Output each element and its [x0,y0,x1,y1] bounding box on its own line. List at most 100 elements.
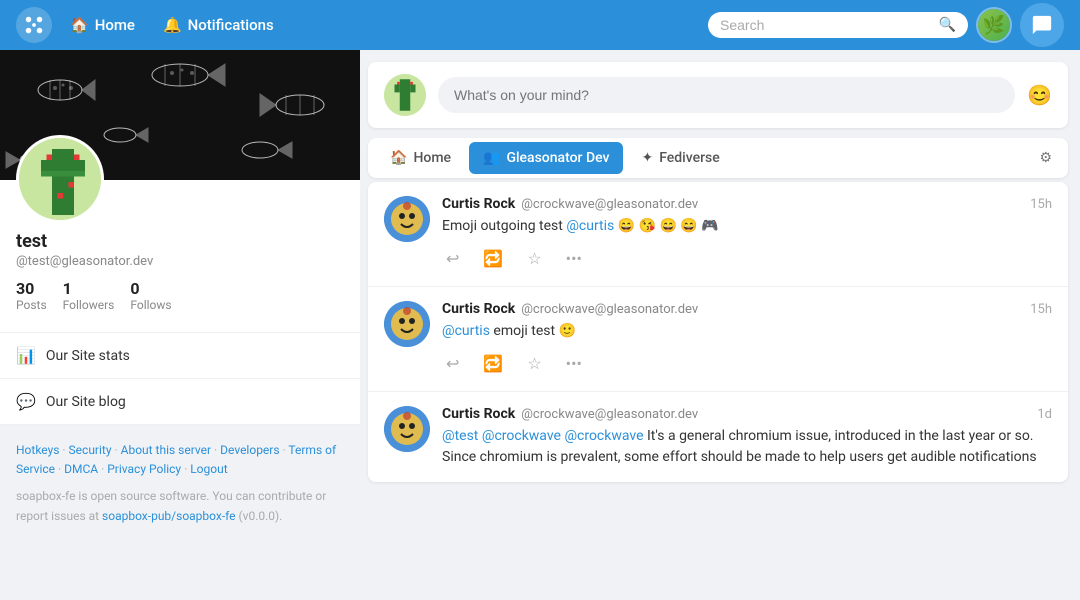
mention-0[interactable]: @curtis [566,218,614,234]
logo-icon [23,14,45,36]
post-handle-0: @crockwave@gleasonator.dev [521,197,698,212]
footer-links: Hotkeys · Security · About this server ·… [16,441,344,479]
post-header-2: Curtis Rock @crockwave@gleasonator.dev 1… [442,406,1052,422]
sidebar-item-site-stats[interactable]: 📊 Our Site stats [0,333,360,379]
stat-posts: 30 Posts [16,279,47,312]
profile-avatar [16,135,104,223]
tab-home-label: Home [413,150,451,166]
tab-home-icon: 🏠 [390,150,407,166]
post-content-1: Curtis Rock @crockwave@gleasonator.dev 1… [442,301,1052,377]
filter-button[interactable]: ⚙ [1031,142,1060,174]
chat-button[interactable] [1020,3,1064,47]
post-author-0: Curtis Rock [442,196,515,212]
footer-about[interactable]: About this server [121,443,211,457]
crockwave-avatar-2 [384,406,430,452]
post-body-1: @curtis emoji test 🙂 [442,321,1052,342]
post-body-2: @test @crockwave @crockwave It's a gener… [442,426,1052,468]
home-icon: 🏠 [70,16,89,34]
emoji-button[interactable]: 😊 [1027,83,1052,107]
reply-button-1[interactable]: ↩ [442,350,463,377]
post-time-1: 15h [1030,302,1052,317]
main-container: test @test@gleasonator.dev 30 Posts 1 Fo… [0,50,1080,542]
footer-developers[interactable]: Developers [220,443,279,457]
nav-notifications[interactable]: 🔔 Notifications [153,10,284,40]
post-handle-1: @crockwave@gleasonator.dev [521,302,698,317]
search-icon: 🔍 [939,17,956,33]
tab-fediverse[interactable]: ✦ Fediverse [627,142,733,174]
logo-button[interactable] [16,7,52,43]
more-button-0[interactable]: ••• [562,245,586,272]
posts-container: Curtis Rock @crockwave@gleasonator.dev 1… [368,182,1068,482]
repost-button-1[interactable]: 🔁 [479,350,507,377]
table-row: Curtis Rock @crockwave@gleasonator.dev 1… [368,287,1068,392]
stat-follows[interactable]: 0 Follows [130,279,171,312]
chat-icon [1031,14,1053,36]
top-navigation: 🏠 Home 🔔 Notifications 🔍 🌿 [0,0,1080,50]
post-handle-2: @crockwave@gleasonator.dev [521,407,698,422]
nav-home[interactable]: 🏠 Home [60,10,145,40]
post-content-2: Curtis Rock @crockwave@gleasonator.dev 1… [442,406,1052,468]
favorite-button-0[interactable]: ☆ [523,245,545,272]
bell-icon: 🔔 [163,16,182,34]
post-header-left-2: Curtis Rock @crockwave@gleasonator.dev [442,406,698,422]
reply-button-0[interactable]: ↩ [442,245,463,272]
nav-avatar[interactable]: 🌿 [976,7,1012,43]
profile-info: test @test@gleasonator.dev 30 Posts 1 Fo… [0,223,360,324]
post-author-1: Curtis Rock [442,301,515,317]
post-time-2: 1d [1037,407,1052,422]
site-stats-label: Our Site stats [46,348,130,364]
footer-hotkeys[interactable]: Hotkeys [16,443,59,457]
post-avatar-0[interactable] [384,196,430,242]
stat-follows-count: 0 [130,279,171,298]
composer-input[interactable] [438,77,1015,113]
chart-bar-icon: 📊 [16,346,36,365]
footer-oss-text: soapbox-fe is open source software. You … [16,487,344,525]
profile-handle: @test@gleasonator.dev [16,254,344,269]
footer-oss-link[interactable]: soapbox-pub/soapbox-fe [102,509,236,523]
site-blog-label: Our Site blog [46,394,126,410]
repost-button-0[interactable]: 🔁 [479,245,507,272]
crockwave-avatar-1 [384,301,430,347]
tab-home[interactable]: 🏠 Home [376,142,465,174]
stat-followers-label: Followers [63,298,115,312]
feed-area: 😊 🏠 Home 👥 Gleasonator Dev ✦ Fediverse ⚙ [360,50,1080,542]
post-header-0: Curtis Rock @crockwave@gleasonator.dev 1… [442,196,1052,212]
post-content-0: Curtis Rock @crockwave@gleasonator.dev 1… [442,196,1052,272]
stat-follows-label: Follows [130,298,171,312]
composer-avatar [384,74,426,116]
profile-stats: 30 Posts 1 Followers 0 Follows [16,279,344,312]
stat-posts-count: 30 [16,279,47,298]
filter-icon: ⚙ [1039,150,1052,166]
mention-2c[interactable]: @crockwave [564,428,643,444]
tab-gleasonator-icon: 👥 [483,150,500,166]
footer-logout[interactable]: Logout [190,462,227,476]
favorite-button-1[interactable]: ☆ [523,350,545,377]
footer-dmca[interactable]: DMCA [64,462,98,476]
sidebar-menu: 📊 Our Site stats 💬 Our Site blog [0,332,360,425]
tab-fediverse-label: Fediverse [659,150,720,166]
mention-1[interactable]: @curtis [442,323,490,339]
footer-privacy[interactable]: Privacy Policy [107,462,181,476]
mention-2b[interactable]: @crockwave [482,428,561,444]
post-actions-0: ↩ 🔁 ☆ ••• [442,245,1052,272]
profile-card: test @test@gleasonator.dev 30 Posts 1 Fo… [0,50,360,425]
table-row: Curtis Rock @crockwave@gleasonator.dev 1… [368,392,1068,482]
post-time-0: 15h [1030,197,1052,212]
profile-avatar-wrap [0,135,360,223]
sidebar-item-site-blog[interactable]: 💬 Our Site blog [0,379,360,425]
search-bar[interactable]: 🔍 [708,12,968,38]
sidebar-footer: Hotkeys · Security · About this server ·… [0,425,360,542]
tab-fediverse-icon: ✦ [641,150,653,166]
crockwave-avatar-0 [384,196,430,242]
mention-2a[interactable]: @test [442,428,478,444]
stat-posts-label: Posts [16,298,47,312]
stat-followers[interactable]: 1 Followers [63,279,115,312]
post-avatar-1[interactable] [384,301,430,347]
post-author-2: Curtis Rock [442,406,515,422]
profile-avatar-svg [19,138,104,223]
tab-gleasonator[interactable]: 👥 Gleasonator Dev [469,142,623,174]
more-button-1[interactable]: ••• [562,350,586,377]
search-input[interactable] [720,17,931,33]
post-avatar-2[interactable] [384,406,430,452]
footer-security[interactable]: Security [69,443,112,457]
